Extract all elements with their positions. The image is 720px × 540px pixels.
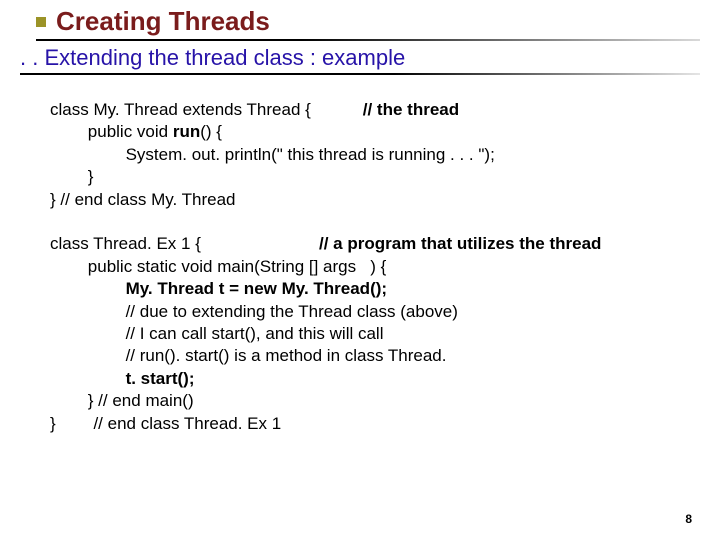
code-block-2: class Thread. Ex 1 { // a program that u… (50, 233, 684, 435)
code-line: } (50, 167, 93, 186)
title-row: Creating Threads (0, 0, 720, 37)
code-keyword: run (173, 122, 200, 141)
code-line: } // end class Thread. Ex 1 (50, 414, 281, 433)
code-line: class Thread. Ex 1 { (50, 234, 319, 253)
code-comment: // the thread (363, 100, 459, 119)
code-line: } // end class My. Thread (50, 190, 236, 209)
code-comment: // a program that utilizes the thread (319, 234, 601, 253)
bullet-icon (36, 17, 46, 27)
code-line: System. out. println(" this thread is ru… (50, 145, 495, 164)
slide-body: class My. Thread extends Thread { // the… (0, 75, 720, 435)
code-line: () { (200, 122, 222, 141)
code-line: } // end main() (50, 391, 194, 410)
code-line: // I can call start(), and this will cal… (50, 324, 383, 343)
code-line: My. Thread t = new My. Thread(); (50, 279, 387, 298)
slide-title: Creating Threads (56, 6, 270, 36)
code-line: class My. Thread extends Thread { (50, 100, 363, 119)
code-line: t. start(); (50, 369, 195, 388)
code-line: // due to extending the Thread class (ab… (50, 302, 458, 321)
code-line: public void (50, 122, 173, 141)
slide-subtitle: . . Extending the thread class : example (0, 41, 720, 71)
code-line: public static void main(String [] args )… (50, 257, 386, 276)
code-block-1: class My. Thread extends Thread { // the… (50, 99, 684, 211)
page-number: 8 (685, 512, 692, 526)
code-line: // run(). start() is a method in class T… (50, 346, 446, 365)
